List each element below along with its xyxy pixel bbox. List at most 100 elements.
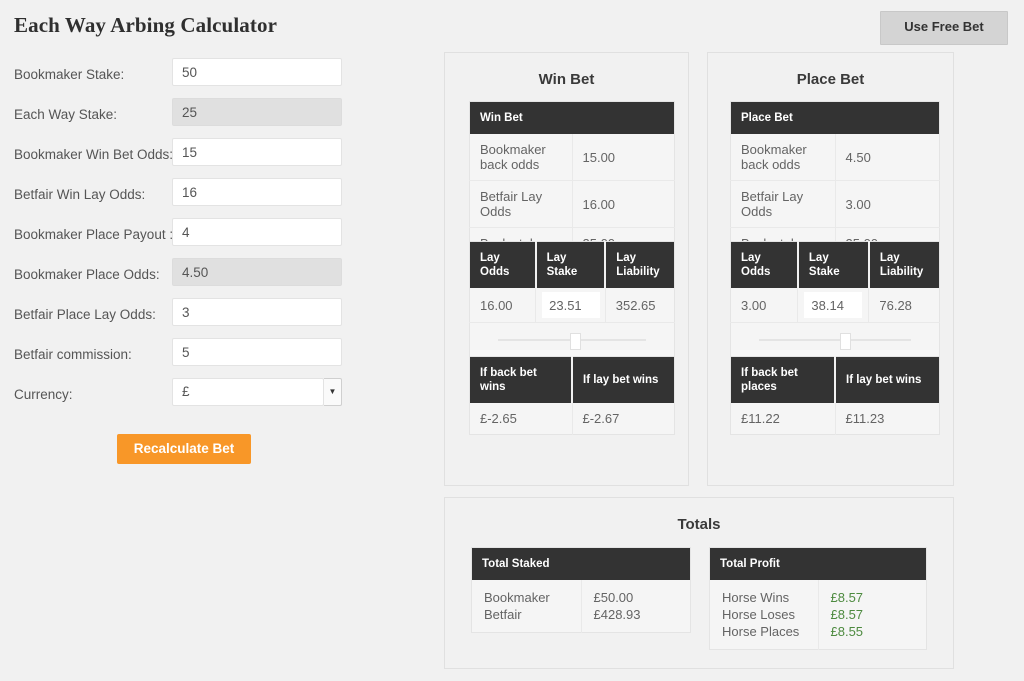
lay-stake-cell <box>797 288 870 323</box>
form-row-bookmaker-place-odds: Bookmaker Place Odds: <box>0 256 400 296</box>
table-header-row: Win Bet <box>469 101 675 134</box>
total-staked-header: Total Staked <box>471 547 691 580</box>
currency-select[interactable]: £ ▼ <box>172 378 342 406</box>
table-header-row: Total Staked <box>471 547 691 580</box>
slider-thumb[interactable] <box>840 333 852 350</box>
input-bookmaker-stake[interactable] <box>172 58 342 86</box>
input-betfair-commission[interactable] <box>172 338 342 366</box>
place-bet-card-title: Place Bet <box>796 71 865 88</box>
row-value-betfair-lay-odds: 16.00 <box>572 180 675 228</box>
table-header-row: If back bet places If lay bet wins <box>730 356 940 403</box>
input-betfair-win-lay-odds[interactable] <box>172 178 342 206</box>
input-place-lay-stake[interactable] <box>804 292 863 318</box>
page-title: Each Way Arbing Calculator <box>14 13 277 37</box>
total-staked-table: Total Staked Bookmaker Betfair £50.00 £4… <box>471 547 691 633</box>
place-slider-cell <box>730 322 940 358</box>
win-bet-lay-table: Lay Odds Lay Stake Lay Liability 16.00 3… <box>469 241 675 358</box>
table-row: Bookmaker back odds 4.50 <box>730 134 940 181</box>
total-staked-values: £50.00 £428.93 <box>581 580 691 633</box>
win-slider-cell <box>469 322 675 358</box>
win-bet-summary-table: Win Bet Bookmaker back odds 15.00 Betfai… <box>469 101 675 260</box>
table-row: Bookmaker back odds 15.00 <box>469 134 675 181</box>
header-if-back-bet-places: If back bet places <box>730 356 836 403</box>
total-profit-header: Total Profit <box>709 547 927 580</box>
value-if-lay-bet-wins: £-2.67 <box>572 403 675 435</box>
header-if-lay-bet-wins: If lay bet wins <box>835 356 940 403</box>
win-bet-outcome-table: If back bet wins If lay bet wins £-2.65 … <box>469 356 675 435</box>
row-value-betfair-lay-odds: 3.00 <box>835 180 940 228</box>
table-header-row: Lay Odds Lay Stake Lay Liability <box>469 241 675 288</box>
total-profit-labels: Horse Wins Horse Loses Horse Places <box>709 580 819 650</box>
input-betfair-place-lay-odds[interactable] <box>172 298 342 326</box>
form-row-betfair-commission: Betfair commission: <box>0 336 400 376</box>
table-row-slider <box>469 322 675 358</box>
place-bet-card: Place Bet Place Bet Bookmaker back odds … <box>707 52 954 486</box>
value-lay-liability: 352.65 <box>605 288 675 323</box>
label-bookmaker-stake: Bookmaker Stake: <box>14 67 125 82</box>
input-bookmaker-win-bet-odds[interactable] <box>172 138 342 166</box>
form-row-each-way-stake: Each Way Stake: <box>0 96 400 136</box>
label-bookmaker: Bookmaker <box>484 590 550 605</box>
row-label-bookmaker-back-odds: Bookmaker back odds <box>730 134 836 181</box>
table-row: Betfair Lay Odds 16.00 <box>469 180 675 228</box>
row-label-bookmaker-back-odds: Bookmaker back odds <box>469 134 573 181</box>
value-if-back-bet-wins: £-2.65 <box>469 403 573 435</box>
value-lay-odds: 3.00 <box>730 288 799 323</box>
input-win-lay-stake[interactable] <box>542 292 601 318</box>
table-row: £-2.65 £-2.67 <box>469 403 675 435</box>
total-profit-values: £8.57 £8.57 £8.55 <box>818 580 927 650</box>
use-free-bet-button[interactable]: Use Free Bet <box>880 11 1008 45</box>
input-each-way-stake <box>172 98 342 126</box>
win-bet-table-header: Win Bet <box>469 101 675 134</box>
label-horse-places: Horse Places <box>722 624 800 639</box>
header-lay-stake: Lay Stake <box>797 241 870 288</box>
label-horse-wins: Horse Wins <box>722 590 790 605</box>
lay-stake-cell <box>535 288 606 323</box>
value-betfair: £428.93 <box>593 607 641 622</box>
header-if-back-bet-wins: If back bet wins <box>469 356 573 403</box>
row-label-betfair-lay-odds: Betfair Lay Odds <box>730 180 836 228</box>
totals-card-title: Totals <box>677 516 721 533</box>
label-currency: Currency: <box>14 387 73 402</box>
form-row-betfair-place-lay-odds: Betfair Place Lay Odds: <box>0 296 400 336</box>
slider-thumb[interactable] <box>570 333 582 350</box>
table-row: Betfair Lay Odds 3.00 <box>730 180 940 228</box>
place-bet-table-header: Place Bet <box>730 101 940 134</box>
win-bet-card: Win Bet Win Bet Bookmaker back odds 15.0… <box>444 52 689 486</box>
label-horse-loses: Horse Loses <box>722 607 795 622</box>
table-row: Horse Wins Horse Loses Horse Places £8.5… <box>709 580 927 650</box>
header-lay-odds: Lay Odds <box>730 241 799 288</box>
input-bookmaker-place-odds <box>172 258 342 286</box>
table-header-row: Place Bet <box>730 101 940 134</box>
slider-track <box>759 339 911 341</box>
row-label-betfair-lay-odds: Betfair Lay Odds <box>469 180 573 228</box>
header-if-lay-bet-wins: If lay bet wins <box>572 356 675 403</box>
header-lay-liability: Lay Liability <box>868 241 940 288</box>
value-if-lay-bet-wins: £11.23 <box>835 403 940 435</box>
place-lay-stake-slider[interactable] <box>745 333 925 350</box>
label-betfair-place-lay-odds: Betfair Place Lay Odds: <box>14 307 156 322</box>
table-header-row: Total Profit <box>709 547 927 580</box>
header-lay-odds: Lay Odds <box>469 241 537 288</box>
label-betfair: Betfair <box>484 607 522 622</box>
header-lay-liability: Lay Liability <box>605 241 675 288</box>
table-row-slider <box>730 322 940 358</box>
table-row: Bookmaker Betfair £50.00 £428.93 <box>471 580 691 633</box>
place-bet-summary-table: Place Bet Bookmaker back odds 4.50 Betfa… <box>730 101 940 260</box>
input-bookmaker-place-payout[interactable] <box>172 218 342 246</box>
chevron-down-icon[interactable]: ▼ <box>324 378 342 406</box>
value-bookmaker: £50.00 <box>593 590 634 605</box>
label-bookmaker-place-payout: Bookmaker Place Payout : <box>14 227 174 242</box>
calculator-form: Bookmaker Stake: Each Way Stake: Bookmak… <box>0 56 400 464</box>
currency-select-value: £ <box>172 378 324 406</box>
win-lay-stake-slider[interactable] <box>484 333 660 350</box>
win-bet-card-title: Win Bet <box>538 71 595 88</box>
value-horse-places: £8.55 <box>830 624 864 639</box>
recalculate-bet-button[interactable]: Recalculate Bet <box>117 434 251 464</box>
form-row-currency: Currency: £ ▼ <box>0 376 400 416</box>
table-header-row: If back bet wins If lay bet wins <box>469 356 675 403</box>
row-value-bookmaker-back-odds: 4.50 <box>835 134 940 181</box>
totals-card: Totals Total Staked Bookmaker Betfair £5… <box>444 497 954 669</box>
form-row-bookmaker-stake: Bookmaker Stake: <box>0 56 400 96</box>
label-bookmaker-win-bet-odds: Bookmaker Win Bet Odds: <box>14 147 174 162</box>
